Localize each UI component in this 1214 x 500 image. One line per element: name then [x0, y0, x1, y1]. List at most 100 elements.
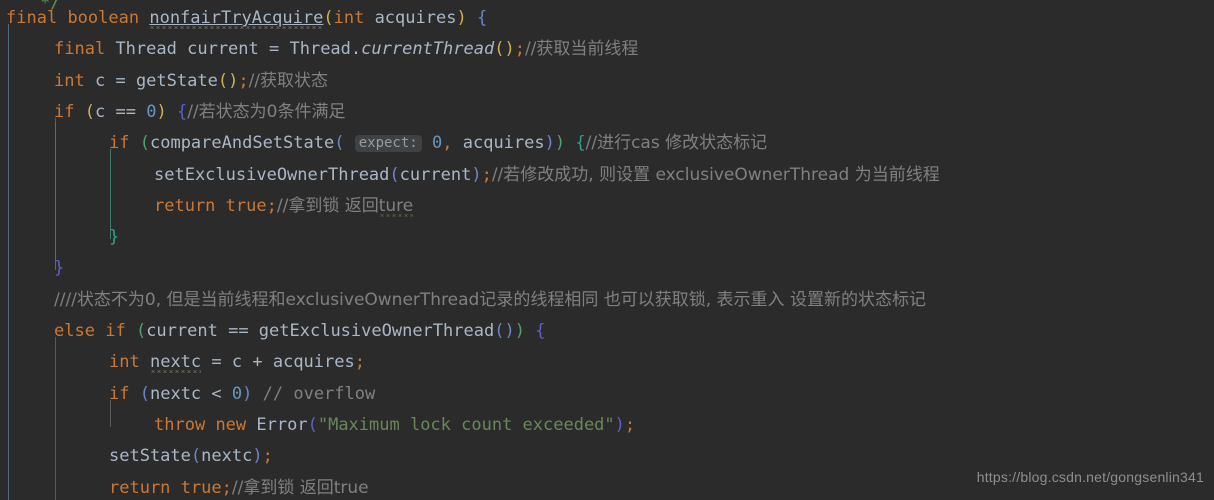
token-param-acquires: acquires — [374, 8, 457, 28]
token-operator-lt: < — [201, 383, 232, 404]
token-keyword-new: new — [215, 414, 247, 435]
token-keyword-if: if — [105, 321, 126, 341]
token-paren-open: ( — [135, 321, 147, 341]
code-line-11: else if (current == getExclusiveOwnerThr… — [0, 315, 1214, 347]
comment-line-10: ////状态不为0, 但是当前线程和exclusiveOwnerThread记录… — [54, 289, 926, 310]
token-type-thread: Thread — [115, 39, 177, 60]
token-call-compareandsetstate: compareAndSetState — [149, 133, 335, 154]
token-number-zero: 0 — [431, 133, 443, 154]
token-paren-close: ) — [156, 101, 167, 122]
token-keyword-boolean: boolean — [67, 8, 140, 28]
token-call-setstate: setState — [109, 446, 191, 467]
token-type-error: Error — [256, 414, 308, 435]
token-paren-close: ) — [456, 8, 467, 28]
token-var-current: current — [399, 164, 472, 185]
token-keyword-true: true — [225, 195, 267, 216]
token-keyword-final: final — [54, 39, 106, 60]
token-parens-inner: () — [494, 321, 515, 341]
token-var-c: c — [231, 352, 243, 373]
code-line-12: int nextc = c + acquires; — [0, 346, 1214, 378]
code-editor-viewport: */ final boolean nonfairTryAcquire(int a… — [0, 0, 1214, 500]
watermark-url: https://blog.csdn.net/gongsenlin341 — [976, 469, 1204, 485]
token-paren-open: ( — [389, 164, 400, 185]
token-paren-close: ) — [614, 414, 625, 435]
token-semicolon: ; — [354, 352, 365, 373]
token-paren-open: ( — [84, 101, 95, 122]
token-keyword-if: if — [54, 101, 75, 122]
token-semicolon: ; — [262, 446, 273, 467]
token-semicolon: ; — [624, 414, 636, 435]
comment-line-16: //拿到锁 返回true — [231, 477, 369, 498]
token-keyword-return: return — [109, 477, 171, 498]
token-string-error-message: "Maximum lock count exceeded" — [317, 414, 615, 435]
token-comma: , — [442, 133, 453, 154]
token-var-nextc: nextc — [149, 383, 202, 404]
token-semicolon: ; — [221, 477, 232, 498]
token-keyword-int: int — [54, 70, 85, 91]
token-number-zero: 0 — [231, 383, 243, 404]
token-type-thread-ref: Thread — [289, 39, 351, 60]
comment-line-13: // overflow — [262, 383, 376, 404]
token-operator-assign: = — [201, 352, 232, 373]
token-operator-assign: = — [105, 70, 136, 91]
code-line-3: int c = getState();//获取状态 — [0, 65, 1214, 97]
token-call-getexclusiveownerthread: getExclusiveOwnerThread — [258, 321, 495, 341]
token-paren-open-inner: ( — [334, 133, 345, 154]
token-paren-open: ( — [139, 383, 150, 404]
token-var-nextc: nextc — [201, 446, 253, 467]
token-keyword-int: int — [333, 8, 365, 28]
token-operator-plus: + — [242, 352, 273, 373]
token-dot: . — [350, 39, 362, 60]
token-keyword-return: return — [154, 195, 216, 216]
token-keyword-final: final — [6, 8, 58, 28]
token-keyword-true: true — [180, 477, 222, 498]
token-paren-close: ) — [242, 383, 253, 404]
token-operator-eq: == — [105, 101, 147, 122]
code-line-4: if (c == 0) {//若状态为0条件满足 — [0, 96, 1214, 128]
token-operator-assign: = — [258, 39, 290, 60]
code-line-6: setExclusiveOwnerThread(current);//若修改成功… — [0, 159, 1214, 191]
token-var-c: c — [94, 70, 106, 91]
code-line-14: throw new Error("Maximum lock count exce… — [0, 409, 1214, 441]
code-line-5: if (compareAndSetState( expect: 0, acqui… — [0, 127, 1214, 159]
token-keyword-else: else — [54, 321, 95, 341]
token-call-setexclusiveownerthread: setExclusiveOwnerThread — [154, 164, 390, 185]
token-paren-close: ) — [554, 133, 566, 154]
token-semicolon: ; — [266, 195, 277, 216]
token-paren-close: ) — [471, 164, 482, 185]
token-keyword-if: if — [109, 133, 130, 154]
token-var-nextc: nextc — [149, 352, 202, 373]
token-method-name: nonfairTryAcquire — [149, 8, 324, 28]
code-line-9: } — [0, 252, 1214, 284]
token-keyword-if: if — [109, 383, 130, 404]
token-semicolon: ; — [514, 39, 525, 60]
code-line-10: ////状态不为0, 但是当前线程和exclusiveOwnerThread记录… — [0, 284, 1214, 316]
token-var-c: c — [94, 101, 106, 122]
token-paren-close-inner: ) — [544, 133, 555, 154]
comment-line-7: //拿到锁 返回ture — [277, 195, 414, 217]
token-paren-open: ( — [307, 414, 318, 435]
token-brace-open-4: { — [535, 321, 546, 341]
inlay-hint-expect[interactable]: expect: — [354, 135, 422, 153]
token-brace-close-3: } — [109, 227, 120, 248]
token-brace-open-2: { — [176, 101, 188, 122]
token-call-currentthread: currentThread — [361, 39, 495, 60]
